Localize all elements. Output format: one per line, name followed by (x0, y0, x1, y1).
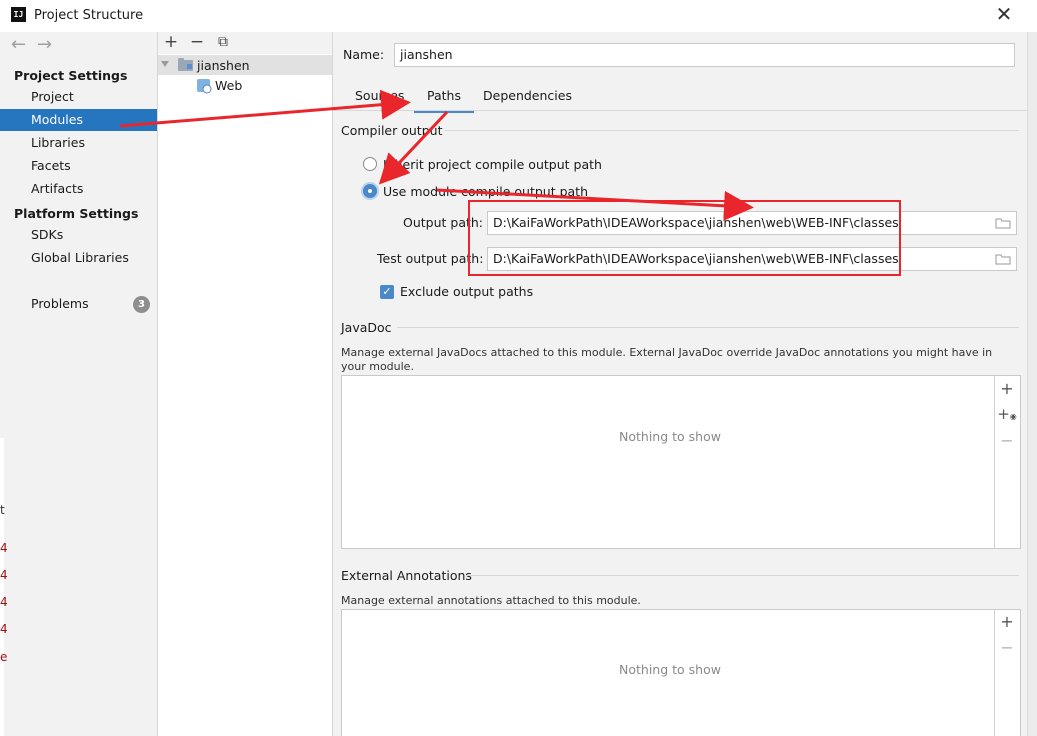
annotations-empty-text: Nothing to show (619, 662, 721, 677)
name-label: Name: (343, 47, 385, 62)
javadoc-description: Manage external JavaDocs attached to thi… (341, 346, 993, 373)
javadoc-empty-text: Nothing to show (619, 429, 721, 444)
background-text: 4 (0, 622, 8, 636)
test-output-path-field[interactable]: D:\KaiFaWorkPath\IDEAWorkspace\jianshen\… (487, 247, 1017, 271)
inherit-output-label: Inherit project compile output path (383, 157, 602, 172)
tabs-divider (333, 110, 1027, 111)
add-javadoc-url-icon[interactable]: +◉ (995, 405, 1019, 423)
javadoc-divider (397, 327, 1019, 328)
module-tree-toolbar (158, 32, 332, 54)
javadoc-toolbar-divider (994, 376, 995, 548)
inherit-output-radio[interactable] (363, 157, 377, 171)
compiler-output-divider (445, 130, 1019, 131)
compiler-output-heading: Compiler output (341, 123, 443, 138)
add-annotation-icon[interactable]: + (995, 612, 1019, 631)
annotations-divider (466, 575, 1019, 576)
output-path-field[interactable]: D:\KaiFaWorkPath\IDEAWorkspace\jianshen\… (487, 211, 1017, 235)
window-title: Project Structure (34, 8, 144, 23)
background-text: 4 (0, 568, 8, 582)
test-output-path-label: Test output path: (377, 251, 484, 266)
project-structure-dialog: IJ Project Structure ✕ ← → Project Setti… (0, 0, 1037, 736)
tab-dependencies[interactable]: Dependencies (483, 88, 572, 110)
sidebar-item-modules[interactable]: Modules (0, 109, 157, 131)
sidebar-item-libraries[interactable]: Libraries (0, 132, 157, 154)
exclude-output-checkbox[interactable]: ✓ (380, 285, 394, 299)
problems-count-badge: 3 (133, 296, 150, 313)
background-text: 4 (0, 595, 8, 609)
module-output-label: Use module compile output path (383, 184, 589, 199)
expand-arrow-icon[interactable] (160, 59, 170, 69)
add-icon[interactable]: + (161, 32, 181, 52)
remove-icon[interactable]: − (187, 32, 207, 52)
title-bar: IJ Project Structure ✕ (0, 0, 1037, 33)
sidebar-item-global-libraries[interactable]: Global Libraries (0, 247, 157, 269)
output-path-label: Output path: (403, 215, 484, 230)
javadoc-heading: JavaDoc (341, 320, 392, 335)
right-edge-scroll-track (1027, 32, 1037, 736)
background-text: 4 (0, 541, 8, 555)
background-editor-sliver (0, 438, 4, 736)
tree-item-web-label[interactable]: Web (215, 78, 242, 93)
add-javadoc-icon[interactable]: + (995, 379, 1019, 398)
sidebar-item-artifacts[interactable]: Artifacts (0, 178, 157, 200)
module-folder-icon (178, 58, 193, 71)
tab-sources[interactable]: Sources (355, 88, 404, 110)
browse-folder-icon[interactable] (995, 253, 1011, 265)
module-tree-panel (158, 32, 333, 736)
intellij-icon: IJ (11, 7, 26, 22)
module-output-radio[interactable] (363, 184, 377, 198)
remove-javadoc-icon[interactable]: − (995, 431, 1019, 450)
background-text: t (0, 503, 5, 517)
remove-annotation-icon[interactable]: − (995, 638, 1019, 657)
close-icon[interactable]: ✕ (993, 4, 1015, 26)
browse-folder-icon[interactable] (995, 217, 1011, 229)
annotations-description: Manage external annotations attached to … (341, 594, 641, 607)
copy-icon[interactable]: ⧉ (213, 32, 233, 52)
back-arrow-icon[interactable]: ← (11, 34, 26, 55)
external-annotations-heading: External Annotations (341, 568, 472, 583)
project-settings-heading: Project Settings (14, 68, 128, 83)
forward-arrow-icon[interactable]: → (37, 34, 52, 55)
sidebar-item-facets[interactable]: Facets (0, 155, 157, 177)
sidebar-item-sdks[interactable]: SDKs (0, 224, 157, 246)
platform-settings-heading: Platform Settings (14, 206, 139, 221)
module-name-field[interactable]: jianshen (394, 43, 1015, 67)
background-text: e (0, 650, 8, 664)
exclude-output-label: Exclude output paths (400, 284, 534, 299)
sidebar-item-project[interactable]: Project (0, 86, 157, 108)
web-facet-icon (197, 79, 212, 94)
tree-item-root-label: jianshen (197, 58, 250, 73)
javadoc-list[interactable] (341, 375, 1021, 549)
